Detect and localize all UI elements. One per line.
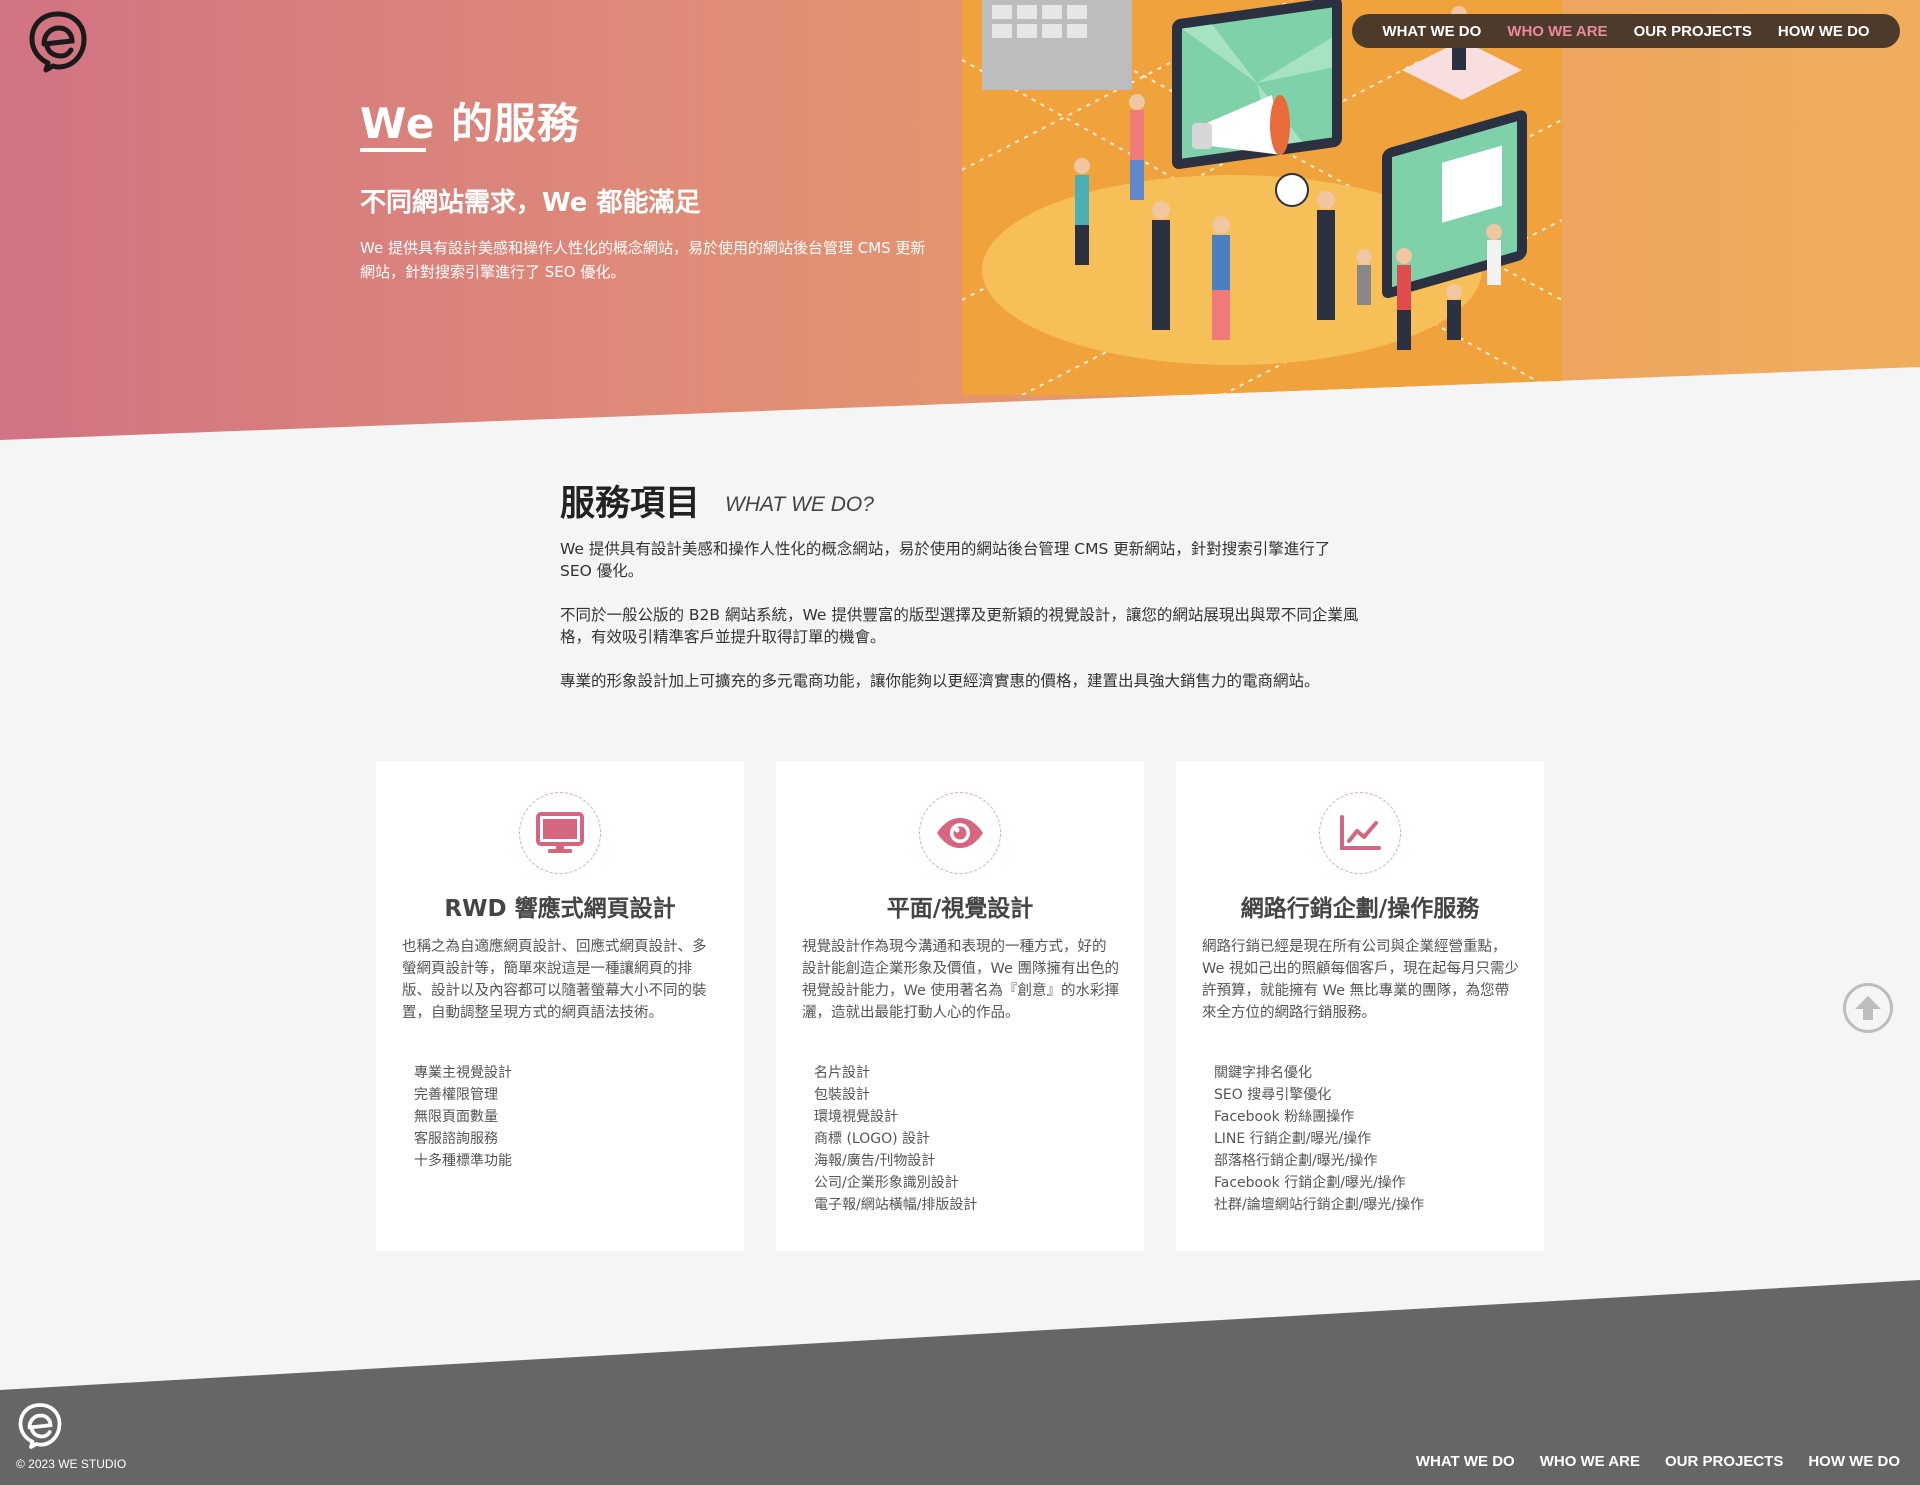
line-chart-icon: [1340, 815, 1381, 850]
service-card-marketing: 網路行銷企劃/操作服務 網路行銷已經是現在所有公司與企業經營重點，We 視如己出…: [1176, 761, 1544, 1251]
service-card-visual: 平面/視覺設計 視覺設計作為現今溝通和表現的一種方式，好的設計能創造企業形象及價…: [776, 761, 1144, 1251]
arrow-up-icon: [1855, 996, 1881, 1020]
services-title: 服務項目: [560, 484, 701, 524]
nav-our-projects[interactable]: OUR PROJECTS: [1634, 23, 1752, 40]
card-icon-wrap: [519, 792, 601, 874]
list-item: 專業主視覺設計: [414, 1065, 512, 1081]
eye-icon: [937, 818, 983, 848]
list-item: 包裝設計: [814, 1087, 870, 1103]
list-item: 社群/論壇網站行銷企劃/曝光/操作: [1214, 1197, 1425, 1213]
footer-nav-how-we-do[interactable]: HOW WE DO: [1808, 1453, 1900, 1470]
hero-banner: We 的服務 不同網站需求，We 都能滿足 We 提供具有設計美感和操作人性化的…: [0, 0, 1920, 440]
list-item: 關鍵字排名優化: [1214, 1065, 1312, 1081]
nav-what-we-do[interactable]: WHAT WE DO: [1382, 23, 1481, 40]
card-description: 網路行銷已經是現在所有公司與企業經營重點，We 視如己出的照顧每個客戶，現在起每…: [1202, 939, 1520, 1021]
footer-nav-our-projects[interactable]: OUR PROJECTS: [1665, 1453, 1783, 1470]
site-logo[interactable]: [26, 10, 90, 74]
card-feature-list: 專業主視覺設計 完善權限管理 無限頁面數量 客服諮詢服務 十多種標準功能: [414, 1062, 512, 1172]
list-item: 海報/廣告/刊物設計: [814, 1153, 936, 1169]
footer-copyright: © 2023 WE STUDIO: [16, 1457, 127, 1471]
footer-nav-who-we-are[interactable]: WHO WE ARE: [1540, 1453, 1640, 1470]
list-item: 名片設計: [814, 1065, 870, 1081]
logo-icon: [29, 11, 87, 73]
card-title: 網路行銷企劃/操作服務: [1240, 896, 1480, 922]
card-title: RWD 響應式網頁設計: [444, 896, 676, 922]
nav-how-we-do[interactable]: HOW WE DO: [1778, 23, 1870, 40]
services-title-en: WHAT WE DO?: [725, 493, 874, 516]
list-item: 十多種標準功能: [414, 1153, 512, 1169]
hero-title: We 的服務: [360, 99, 580, 148]
list-item: LINE 行銷企劃/曝光/操作: [1214, 1131, 1372, 1147]
list-item: 公司/企業形象識別設計: [814, 1175, 959, 1191]
card-description: 視覺設計作為現今溝通和表現的一種方式，好的設計能創造企業形象及價值，We 團隊擁…: [802, 939, 1120, 1021]
list-item: 電子報/網站橫幅/排版設計: [814, 1197, 978, 1213]
list-item: Facebook 粉絲團操作: [1214, 1109, 1355, 1125]
monitor-icon: [536, 812, 584, 853]
footer-logo[interactable]: [16, 1402, 64, 1450]
card-description: 也稱之為自適應網頁設計、回應式網頁設計、多螢網頁設計等，簡單來說這是一種讓網頁的…: [402, 939, 707, 1021]
list-item: 客服諮詢服務: [414, 1131, 498, 1147]
services-paragraph: We 提供具有設計美感和操作人性化的概念網站，易於使用的網站後台管理 CMS 更…: [560, 540, 1331, 580]
card-icon-wrap: [919, 792, 1001, 874]
card-title: 平面/視覺設計: [886, 896, 1034, 922]
hero-description: We 提供具有設計美感和操作人性化的概念網站，易於使用的網站後台管理 CMS 更…: [360, 239, 926, 281]
card-feature-list: 關鍵字排名優化 SEO 搜尋引擎優化 Facebook 粉絲團操作 LINE 行…: [1214, 1062, 1424, 1216]
list-item: 商標 (LOGO) 設計: [814, 1131, 931, 1147]
hero-illustration: [962, 0, 1562, 395]
footer-navigation: WHAT WE DO WHO WE ARE OUR PROJECTS HOW W…: [1416, 1453, 1900, 1470]
card-icon-wrap: [1319, 792, 1401, 874]
hero-subtitle: 不同網站需求，We 都能滿足: [360, 188, 701, 218]
logo-icon: [18, 1403, 62, 1449]
services-paragraph: 不同於一般公版的 B2B 網站系統，We 提供豐富的版型選擇及更新穎的視覺設計，…: [560, 606, 1359, 646]
card-feature-list: 名片設計 包裝設計 環境視覺設計 商標 (LOGO) 設計 海報/廣告/刊物設計…: [814, 1062, 977, 1216]
top-navigation: WHAT WE DO WHO WE ARE OUR PROJECTS HOW W…: [1352, 14, 1900, 48]
list-item: 完善權限管理: [414, 1087, 498, 1103]
list-item: 環境視覺設計: [814, 1109, 898, 1125]
list-item: 無限頁面數量: [414, 1109, 498, 1125]
list-item: Facebook 行銷企劃/曝光/操作: [1214, 1175, 1406, 1191]
scroll-to-top-button[interactable]: [1843, 983, 1893, 1033]
list-item: 部落格行銷企劃/曝光/操作: [1214, 1153, 1378, 1169]
list-item: SEO 搜尋引擎優化: [1214, 1087, 1332, 1103]
service-card-rwd: RWD 響應式網頁設計 也稱之為自適應網頁設計、回應式網頁設計、多螢網頁設計等，…: [376, 761, 744, 1251]
footer-nav-what-we-do[interactable]: WHAT WE DO: [1416, 1453, 1515, 1470]
services-paragraph: 專業的形象設計加上可擴充的多元電商功能，讓你能夠以更經濟實惠的價格，建置出具強大…: [560, 672, 1320, 690]
nav-who-we-are[interactable]: WHO WE ARE: [1507, 23, 1607, 40]
hero-title-underline: [360, 148, 426, 152]
